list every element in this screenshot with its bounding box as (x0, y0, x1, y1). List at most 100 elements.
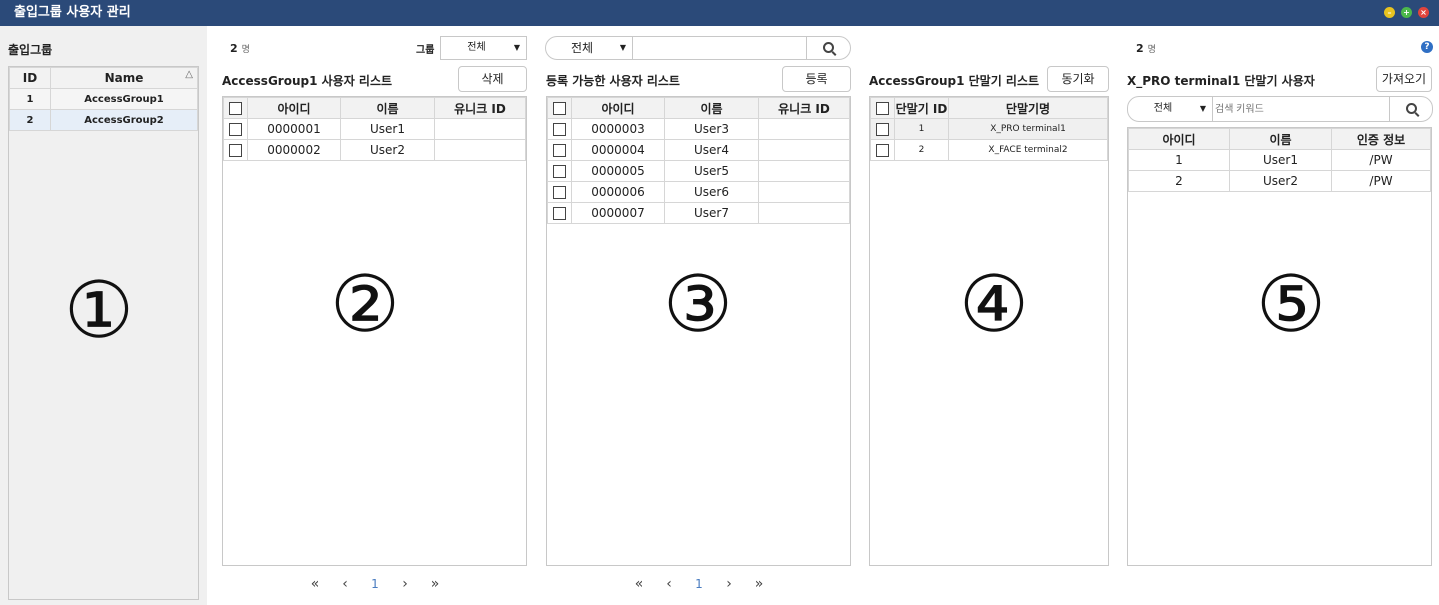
row-id: 2 (9, 109, 51, 131)
access-group-panel: 출입그룹 ID Name △ 1 AccessGroup1 2 AccessGro… (0, 26, 207, 605)
search-icon (1405, 103, 1417, 114)
row-checkbox[interactable] (553, 123, 566, 136)
row-name: AccessGroup2 (50, 109, 198, 131)
search-input[interactable] (633, 36, 807, 60)
panel-marker: ④ (959, 260, 1029, 350)
cell-terminal-id: 2 (894, 139, 949, 161)
column-header-unique-id[interactable]: 유니크 ID (758, 97, 850, 119)
cell-name: User1 (340, 118, 435, 140)
column-header-name[interactable]: 이름 (664, 97, 759, 119)
cell-user-id: 0000007 (571, 202, 665, 224)
select-all-checkbox[interactable] (229, 102, 242, 115)
select-all-checkbox[interactable] (876, 102, 889, 115)
row-checkbox[interactable] (229, 123, 242, 136)
select-all-checkbox-cell[interactable] (870, 97, 895, 119)
row-name: AccessGroup1 (50, 88, 198, 110)
table-row[interactable]: 2 User2/PW (1128, 170, 1431, 192)
keyword-search-button[interactable] (1389, 96, 1433, 122)
cell-unique-id (758, 118, 850, 140)
panel-marker: ⑤ (1256, 260, 1326, 350)
column-header-unique-id[interactable]: 유니크 ID (434, 97, 526, 119)
table-row[interactable]: 1 AccessGroup1 (9, 88, 198, 110)
cell-user-id: 0000003 (571, 118, 665, 140)
next-page-icon[interactable]: › (390, 576, 420, 592)
terminal-filter-dropdown[interactable]: 전체 ▼ (1127, 96, 1213, 122)
column-header-user-id[interactable]: 아이디 (571, 97, 665, 119)
table-row[interactable]: 0000001 User1 (223, 118, 526, 140)
cell-unique-id (758, 139, 850, 161)
prev-page-icon[interactable]: ‹ (330, 576, 360, 592)
select-all-checkbox-cell[interactable] (223, 97, 248, 119)
group-dropdown[interactable]: 전체 ▼ (440, 36, 527, 60)
cell-name: User6 (664, 181, 759, 203)
maximize-icon[interactable]: + (1401, 7, 1412, 18)
column-header-user-id[interactable]: 아이디 (1128, 128, 1230, 150)
column-header-terminal-name[interactable]: 단말기명 (948, 97, 1108, 119)
column-header-auth-info[interactable]: 인증 정보 (1331, 128, 1431, 150)
column-header-terminal-id[interactable]: 단말기 ID (894, 97, 949, 119)
row-checkbox[interactable] (553, 207, 566, 220)
last-page-icon[interactable]: » (420, 576, 450, 592)
row-checkbox[interactable] (553, 144, 566, 157)
table-row[interactable]: 0000003 User3 (547, 118, 850, 140)
import-button[interactable]: 가져오기 (1376, 66, 1432, 92)
prev-page-icon[interactable]: ‹ (654, 576, 684, 592)
delete-button[interactable]: 삭제 (458, 66, 527, 92)
cell-user-id: 0000002 (247, 139, 341, 161)
cell-name: User7 (664, 202, 759, 224)
column-header-name[interactable]: 이름 (1229, 128, 1332, 150)
row-checkbox[interactable] (229, 144, 242, 157)
cell-user-id: 2 (1128, 170, 1230, 192)
column-header-user-id[interactable]: 아이디 (247, 97, 341, 119)
close-icon[interactable]: × (1418, 7, 1429, 18)
select-all-checkbox-cell[interactable] (547, 97, 572, 119)
select-all-checkbox[interactable] (553, 102, 566, 115)
cell-user-id: 0000004 (571, 139, 665, 161)
table-row[interactable]: 0000007 User7 (547, 202, 850, 224)
register-button[interactable]: 등록 (782, 66, 851, 92)
filter-dropdown[interactable]: 전체 ▼ (545, 36, 633, 60)
pagination: «‹ 1 ›» (300, 576, 450, 592)
row-checkbox[interactable] (876, 144, 889, 157)
cell-name: User2 (340, 139, 435, 161)
cell-unique-id (758, 181, 850, 203)
sort-icon[interactable]: △ (185, 69, 193, 80)
user-count: 2명 (230, 42, 250, 55)
cell-user-id: 0000005 (571, 160, 665, 182)
keyword-search-input[interactable] (1213, 96, 1390, 122)
column-header-name[interactable]: Name △ (50, 67, 198, 89)
row-checkbox[interactable] (876, 123, 889, 136)
table-row[interactable]: 0000004 User4 (547, 139, 850, 161)
table-row[interactable]: 0000005 User5 (547, 160, 850, 182)
search-button[interactable] (806, 36, 851, 60)
table-row[interactable]: 1 User1/PW (1128, 149, 1431, 171)
last-page-icon[interactable]: » (744, 576, 774, 592)
count-unit: 명 (1147, 45, 1156, 55)
table-row[interactable]: 0000002 User2 (223, 139, 526, 161)
cell-terminal-id: 1 (894, 118, 949, 140)
table-row[interactable]: 2 X_FACE terminal2 (870, 139, 1108, 161)
table-row-selected[interactable]: 1 X_PRO terminal1 (870, 118, 1108, 140)
first-page-icon[interactable]: « (624, 576, 654, 592)
help-icon[interactable]: ? (1421, 41, 1433, 53)
column-header-name[interactable]: 이름 (340, 97, 435, 119)
group-label: 그룹 (416, 45, 435, 56)
group-user-list-title: AccessGroup1 사용자 리스트 (222, 74, 393, 88)
chevron-down-icon: ▼ (619, 43, 626, 52)
column-header-id[interactable]: ID (9, 67, 51, 89)
chevron-down-icon: ▼ (513, 43, 520, 52)
first-page-icon[interactable]: « (300, 576, 330, 592)
group-dropdown-value: 전체 (467, 42, 486, 53)
panel-marker: ③ (663, 260, 733, 350)
cell-unique-id (434, 118, 526, 140)
table-row[interactable]: 0000006 User6 (547, 181, 850, 203)
next-page-icon[interactable]: › (714, 576, 744, 592)
row-checkbox[interactable] (553, 165, 566, 178)
page-number[interactable]: 1 (684, 577, 714, 591)
row-checkbox[interactable] (553, 186, 566, 199)
minimize-icon[interactable]: – (1384, 7, 1395, 18)
sync-button[interactable]: 동기화 (1047, 66, 1109, 92)
page-number[interactable]: 1 (360, 577, 390, 591)
cell-name: User4 (664, 139, 759, 161)
table-row-selected[interactable]: 2 AccessGroup2 (9, 109, 198, 131)
